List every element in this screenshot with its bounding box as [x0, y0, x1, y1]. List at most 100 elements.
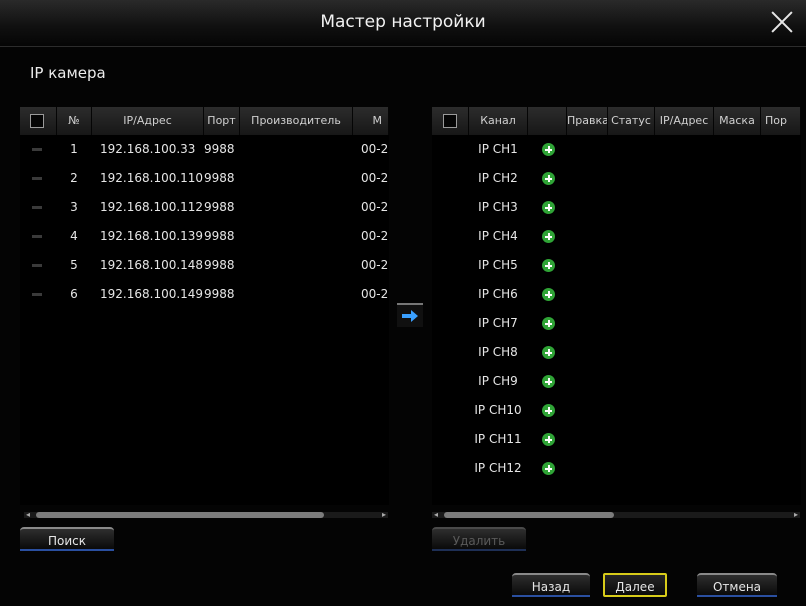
table-row[interactable]: 1 192.168.100.33 9988 00-2: [20, 135, 389, 164]
cell-channel: IP CH12: [474, 461, 522, 475]
cell-mac: 00-2: [361, 258, 389, 272]
right-scroll-thumb[interactable]: [444, 512, 614, 518]
cell-channel: IP CH2: [478, 171, 518, 185]
table-row[interactable]: 6 192.168.100.149 9988 00-2: [20, 280, 389, 309]
scroll-right-icon[interactable]: ▸: [794, 510, 798, 520]
left-scroll-thumb[interactable]: [36, 512, 324, 518]
header-ip[interactable]: IP/Адрес: [655, 107, 714, 135]
header-vendor[interactable]: Производитель: [240, 107, 353, 135]
header-select-all[interactable]: [20, 107, 57, 135]
window-title: Мастер настройки: [320, 12, 486, 32]
header-channel[interactable]: Канал: [469, 107, 528, 135]
setup-wizard-window: Мастер настройки IP камера № IP/Адрес По…: [0, 0, 806, 606]
cell-channel: IP CH8: [478, 345, 518, 359]
cell-ip: 192.168.100.112: [100, 200, 204, 214]
cell-channel: IP CH5: [478, 258, 518, 272]
cell-mac: 00-2: [361, 171, 389, 185]
scroll-left-icon[interactable]: ◂: [26, 510, 30, 520]
table-row[interactable]: IP CH10: [432, 396, 801, 425]
cell-port: 9988: [204, 258, 235, 272]
header-port[interactable]: Пор: [761, 107, 801, 135]
cell-channel: IP CH9: [478, 374, 518, 388]
add-selected-button[interactable]: [397, 303, 423, 327]
discovered-cameras-table: № IP/Адрес Порт Производитель М 1 192.168…: [20, 107, 389, 505]
cell-mac: 00-2: [361, 287, 389, 301]
table-row[interactable]: IP CH1: [432, 135, 801, 164]
header-add[interactable]: [528, 107, 567, 135]
cell-channel: IP CH11: [474, 432, 522, 446]
table-row[interactable]: 3 192.168.100.112 9988 00-2: [20, 193, 389, 222]
add-icon[interactable]: [542, 375, 555, 388]
add-icon[interactable]: [542, 462, 555, 475]
table-row[interactable]: IP CH8: [432, 338, 801, 367]
delete-button[interactable]: Удалить: [432, 527, 526, 551]
table-row[interactable]: IP CH7: [432, 309, 801, 338]
table-row[interactable]: IP CH5: [432, 251, 801, 280]
back-button[interactable]: Назад: [512, 573, 590, 597]
row-checkbox[interactable]: [32, 148, 42, 151]
header-ip[interactable]: IP/Адрес: [92, 107, 204, 135]
add-icon[interactable]: [542, 172, 555, 185]
add-icon[interactable]: [542, 317, 555, 330]
row-checkbox[interactable]: [32, 293, 42, 296]
header-port[interactable]: Порт: [204, 107, 240, 135]
table-row[interactable]: IP CH6: [432, 280, 801, 309]
table-row[interactable]: IP CH3: [432, 193, 801, 222]
add-icon[interactable]: [542, 259, 555, 272]
add-icon[interactable]: [542, 230, 555, 243]
row-checkbox[interactable]: [32, 235, 42, 238]
add-icon[interactable]: [542, 201, 555, 214]
select-all-checkbox[interactable]: [443, 114, 457, 128]
table-row[interactable]: 5 192.168.100.148 9988 00-2: [20, 251, 389, 280]
cell-port: 9988: [204, 229, 235, 243]
cell-port: 9988: [204, 142, 235, 156]
add-icon[interactable]: [542, 288, 555, 301]
header-mask[interactable]: Маска: [714, 107, 761, 135]
table-header: № IP/Адрес Порт Производитель М: [20, 107, 389, 135]
table-row[interactable]: IP CH11: [432, 425, 801, 454]
add-icon[interactable]: [542, 433, 555, 446]
row-checkbox[interactable]: [32, 264, 42, 267]
row-checkbox[interactable]: [32, 177, 42, 180]
cell-no: 5: [70, 258, 78, 272]
table-row[interactable]: 4 192.168.100.139 9988 00-2: [20, 222, 389, 251]
table-row[interactable]: IP CH2: [432, 164, 801, 193]
table-row[interactable]: IP CH4: [432, 222, 801, 251]
left-horizontal-scrollbar[interactable]: ◂ ▸: [24, 510, 388, 520]
cell-ip: 192.168.100.33: [100, 142, 196, 156]
header-no[interactable]: №: [57, 107, 92, 135]
cell-port: 9988: [204, 171, 235, 185]
table-row[interactable]: IP CH9: [432, 367, 801, 396]
row-checkbox[interactable]: [32, 206, 42, 209]
section-title: IP камера: [30, 64, 106, 82]
header-select-all[interactable]: [432, 107, 469, 135]
table-header: Канал Правка Статус IP/Адрес Маска Пор: [432, 107, 801, 135]
cell-channel: IP CH10: [474, 403, 522, 417]
scroll-right-icon[interactable]: ▸: [382, 510, 386, 520]
scroll-left-icon[interactable]: ◂: [434, 510, 438, 520]
cell-channel: IP CH3: [478, 200, 518, 214]
select-all-checkbox[interactable]: [30, 114, 44, 128]
cell-channel: IP CH1: [478, 142, 518, 156]
table-row[interactable]: 2 192.168.100.110 9988 00-2: [20, 164, 389, 193]
header-mac[interactable]: М: [353, 107, 389, 135]
cell-no: 6: [70, 287, 78, 301]
add-icon[interactable]: [542, 346, 555, 359]
add-icon[interactable]: [542, 404, 555, 417]
channels-table: Канал Правка Статус IP/Адрес Маска Пор I…: [432, 107, 801, 505]
cell-ip: 192.168.100.149: [100, 287, 204, 301]
search-button[interactable]: Поиск: [20, 527, 114, 551]
cell-channel: IP CH6: [478, 287, 518, 301]
arrow-right-icon: [401, 308, 419, 327]
cancel-button[interactable]: Отмена: [697, 573, 777, 597]
next-button[interactable]: Далее: [603, 573, 667, 597]
right-horizontal-scrollbar[interactable]: ◂ ▸: [432, 510, 800, 520]
cell-channel: IP CH7: [478, 316, 518, 330]
table-row[interactable]: IP CH12: [432, 454, 801, 483]
add-icon[interactable]: [542, 143, 555, 156]
cell-mac: 00-2: [361, 200, 389, 214]
title-bar: Мастер настройки: [0, 0, 806, 47]
header-edit[interactable]: Правка: [567, 107, 608, 135]
close-icon[interactable]: [768, 8, 796, 36]
header-status[interactable]: Статус: [608, 107, 655, 135]
